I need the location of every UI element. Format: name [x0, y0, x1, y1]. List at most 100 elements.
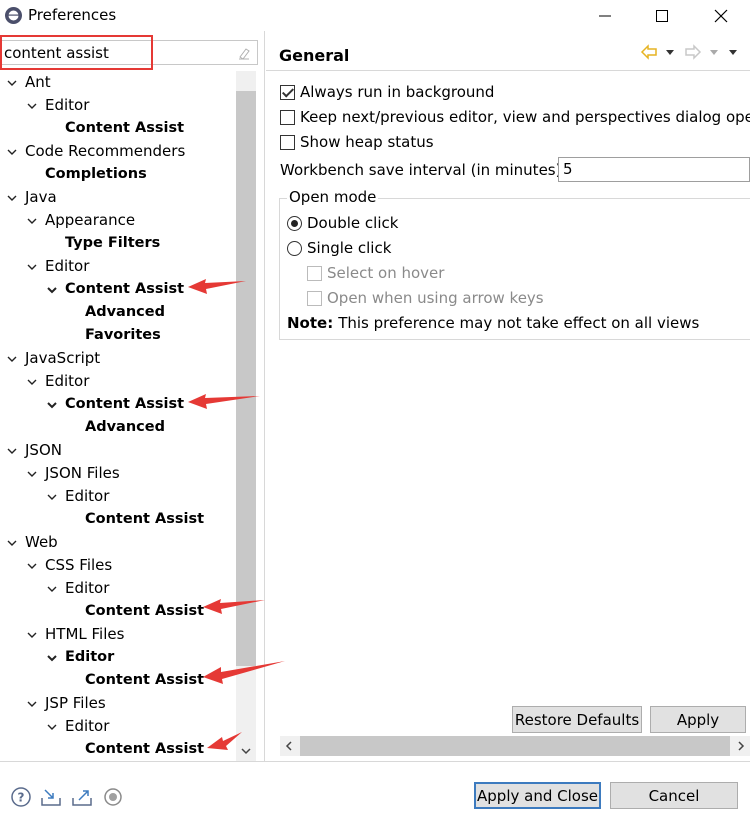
- chevron-down-icon[interactable]: [46, 491, 58, 503]
- maximize-button[interactable]: [642, 3, 682, 29]
- filter-field[interactable]: [0, 40, 258, 65]
- clear-filter-icon[interactable]: [236, 45, 252, 61]
- cancel-button[interactable]: Cancel: [610, 782, 738, 809]
- show-heap-row[interactable]: Show heap status: [280, 131, 434, 153]
- chevron-down-icon[interactable]: [46, 583, 58, 595]
- tree-item[interactable]: Java: [6, 186, 57, 208]
- apply-button[interactable]: Apply: [650, 706, 746, 733]
- page-scroll-thumb[interactable]: [300, 736, 730, 756]
- keep-next-checkbox[interactable]: [280, 109, 295, 125]
- tree-item-label: JSP Files: [45, 694, 106, 712]
- tree-item[interactable]: JavaScript: [6, 347, 100, 369]
- tree-item[interactable]: HTML Files: [26, 623, 124, 645]
- close-button[interactable]: [701, 3, 741, 29]
- tree-item[interactable]: Editor: [26, 94, 89, 116]
- double-click-radio[interactable]: [287, 215, 302, 231]
- always-run-row[interactable]: Always run in background: [280, 81, 494, 103]
- tree-item-label: Content Assist: [85, 603, 205, 619]
- chevron-down-icon[interactable]: [6, 77, 18, 89]
- scroll-down-icon[interactable]: [240, 745, 252, 757]
- oomph-preferences-icon[interactable]: [102, 786, 124, 808]
- tree-item[interactable]: Editor: [26, 255, 89, 277]
- tree-item[interactable]: Content Assist: [46, 278, 184, 300]
- page-title: General: [279, 46, 350, 65]
- export-icon[interactable]: [71, 786, 93, 808]
- tree-item[interactable]: Advanced: [66, 301, 165, 323]
- tree-item[interactable]: Editor: [46, 715, 109, 737]
- tree-item[interactable]: Content Assist: [46, 393, 184, 415]
- tree-item-label: Content Assist: [65, 120, 185, 136]
- chevron-down-icon[interactable]: [6, 445, 18, 457]
- filter-input[interactable]: [4, 43, 224, 63]
- show-heap-checkbox[interactable]: [280, 134, 295, 150]
- chevron-down-icon[interactable]: [46, 652, 58, 664]
- chevron-down-icon[interactable]: [26, 215, 38, 227]
- tree-item[interactable]: JSON: [6, 439, 62, 461]
- tree-item[interactable]: Content Assist: [66, 508, 204, 530]
- tree-item[interactable]: Completions: [26, 163, 147, 185]
- tree-item-label: JavaScript: [25, 349, 101, 367]
- select-on-hover-checkbox: [307, 265, 322, 281]
- tree-item-label: Editor: [65, 649, 115, 665]
- help-icon[interactable]: ?: [10, 786, 32, 808]
- title-bar: Preferences: [0, 0, 750, 31]
- chevron-down-icon[interactable]: [6, 192, 18, 204]
- tree-item[interactable]: JSON Files: [26, 462, 120, 484]
- tree-vertical-scrollbar[interactable]: [236, 71, 256, 761]
- minimize-button[interactable]: [585, 3, 625, 29]
- always-run-checkbox[interactable]: [280, 84, 295, 100]
- tree-item[interactable]: Content Assist: [46, 117, 184, 139]
- scroll-right-icon[interactable]: [735, 740, 747, 752]
- back-menu-icon[interactable]: [664, 43, 676, 61]
- tree-item[interactable]: Advanced: [66, 416, 165, 438]
- tree-item[interactable]: Content Assist: [66, 669, 204, 691]
- tree-item[interactable]: CSS Files: [26, 554, 112, 576]
- tree-item[interactable]: Web: [6, 531, 58, 553]
- single-click-radio[interactable]: [287, 240, 302, 256]
- tree-item-label: Type Filters: [65, 235, 161, 251]
- keep-next-row[interactable]: Keep next/previous editor, view and pers…: [280, 106, 750, 128]
- tree-item[interactable]: Appearance: [26, 209, 135, 231]
- single-click-row[interactable]: Single click: [287, 237, 391, 259]
- chevron-down-icon[interactable]: [6, 537, 18, 549]
- chevron-down-icon[interactable]: [26, 629, 38, 641]
- double-click-row[interactable]: Double click: [287, 212, 398, 234]
- chevron-down-icon[interactable]: [26, 261, 38, 273]
- restore-defaults-button[interactable]: Restore Defaults: [512, 706, 642, 733]
- tree-item[interactable]: Editor: [46, 646, 114, 668]
- chevron-down-icon[interactable]: [26, 468, 38, 480]
- tree-item[interactable]: Editor: [46, 577, 109, 599]
- tree-item-label: Editor: [45, 257, 90, 275]
- chevron-down-icon[interactable]: [46, 399, 58, 411]
- tree-item[interactable]: Code Recommenders: [6, 140, 185, 162]
- chevron-down-icon[interactable]: [26, 698, 38, 710]
- chevron-down-icon[interactable]: [6, 146, 18, 158]
- view-menu-icon[interactable]: [727, 43, 739, 61]
- tree-item[interactable]: Content Assist: [66, 738, 204, 760]
- tree-item[interactable]: Content Assist: [66, 600, 204, 622]
- tree-item-label: Java: [25, 188, 57, 206]
- page-horizontal-scrollbar[interactable]: [280, 736, 750, 756]
- back-arrow-icon[interactable]: [640, 43, 658, 61]
- chevron-down-icon[interactable]: [6, 353, 18, 365]
- tree-item-label: Editor: [65, 579, 110, 597]
- chevron-down-icon[interactable]: [46, 284, 58, 296]
- save-interval-input[interactable]: 5: [558, 157, 750, 182]
- preference-tree[interactable]: Ant Editor Content Assist Code Recommenders…: [0, 71, 236, 761]
- forward-arrow-icon[interactable]: [684, 43, 702, 61]
- forward-menu-icon[interactable]: [708, 43, 720, 61]
- chevron-down-icon[interactable]: [26, 100, 38, 112]
- tree-item[interactable]: Editor: [26, 370, 89, 392]
- chevron-down-icon[interactable]: [26, 376, 38, 388]
- apply-and-close-button[interactable]: Apply and Close: [474, 782, 601, 809]
- tree-item[interactable]: Editor: [46, 485, 109, 507]
- tree-item[interactable]: JSP Files: [26, 692, 106, 714]
- import-icon[interactable]: [40, 786, 62, 808]
- chevron-down-icon[interactable]: [46, 721, 58, 733]
- tree-item[interactable]: Favorites: [66, 324, 161, 346]
- tree-item[interactable]: Type Filters: [46, 232, 160, 254]
- chevron-down-icon[interactable]: [26, 560, 38, 572]
- scroll-left-icon[interactable]: [283, 740, 295, 752]
- tree-item[interactable]: Ant: [6, 71, 51, 93]
- tree-scroll-thumb[interactable]: [236, 91, 256, 666]
